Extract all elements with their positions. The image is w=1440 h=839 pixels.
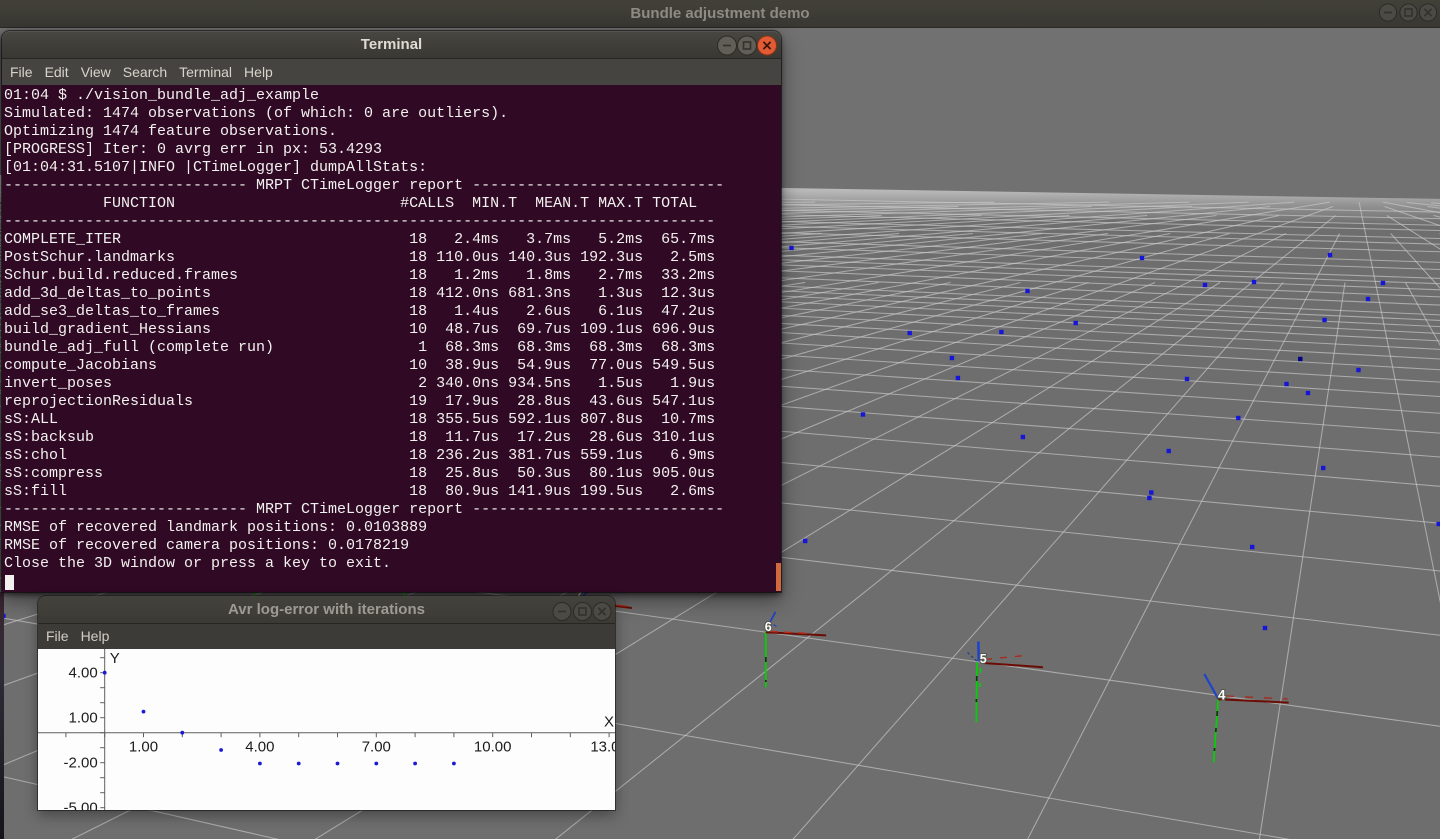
svg-text:-5.00: -5.00 <box>63 800 97 810</box>
svg-text:4: 4 <box>1218 687 1226 702</box>
svg-text:6: 6 <box>765 620 772 634</box>
svg-text:5: 5 <box>980 652 987 666</box>
svg-text:Y: Y <box>110 650 120 667</box>
svg-text:1.00: 1.00 <box>68 710 97 727</box>
svg-text:-2.00: -2.00 <box>63 755 97 772</box>
svg-text:13.00: 13.00 <box>590 739 615 756</box>
svg-text:4.00: 4.00 <box>245 739 274 756</box>
svg-text:1.00: 1.00 <box>129 739 158 756</box>
svg-text:X: X <box>604 714 614 731</box>
svg-text:7.00: 7.00 <box>362 739 391 756</box>
svg-text:10.00: 10.00 <box>474 739 512 756</box>
svg-text:4.00: 4.00 <box>68 665 97 682</box>
